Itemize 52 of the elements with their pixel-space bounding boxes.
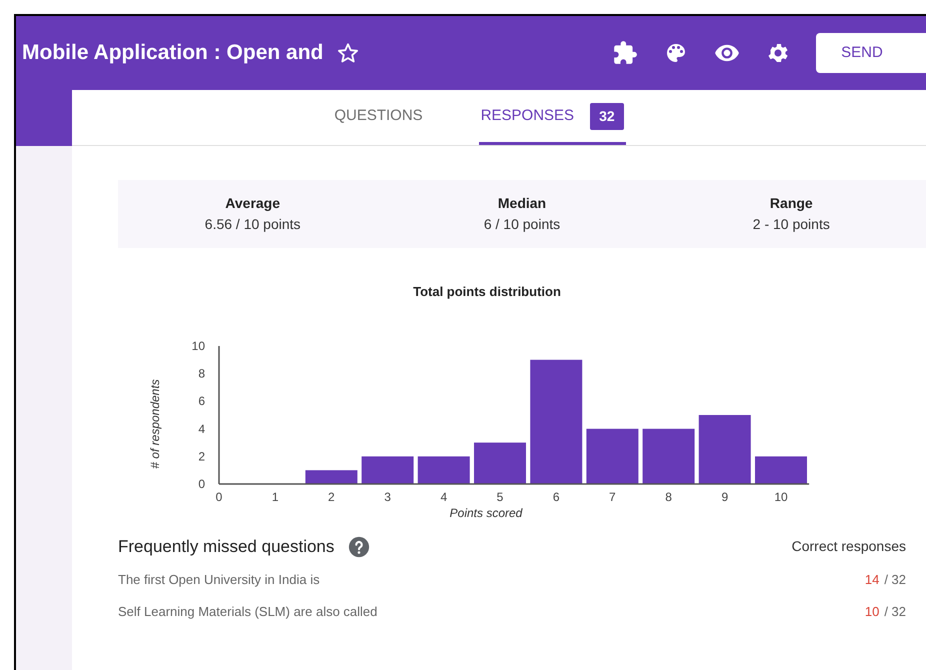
axis-tick-label: 10	[192, 338, 205, 352]
y-axis-title: # of respondents	[148, 378, 162, 468]
axis-tick-label: 4	[198, 421, 205, 436]
axis-tick-label: 8	[665, 490, 672, 504]
bar	[698, 414, 751, 484]
form-title: Mobile Application : Open and	[22, 40, 324, 66]
axis-tick-label: 0	[198, 476, 205, 490]
axis-tick-label: 4	[440, 490, 448, 504]
axis-tick-label: 7	[609, 490, 616, 504]
bar	[586, 428, 638, 484]
question-text: The first Open University in India is	[118, 570, 320, 589]
star-icon[interactable]	[337, 42, 360, 64]
axis-tick-label: 6	[552, 490, 560, 504]
axis-tick-label: 6	[198, 394, 205, 408]
chart-title: Total points distribution	[413, 284, 561, 299]
axis-tick-label: 10	[774, 490, 788, 504]
bar	[642, 428, 695, 484]
bar	[418, 456, 470, 484]
help-icon[interactable]	[348, 536, 370, 558]
stat-label: Range	[770, 194, 813, 213]
axis-tick-label: 2	[198, 448, 205, 463]
correct-count: 14	[864, 570, 880, 589]
column-header: Correct responses	[792, 537, 906, 556]
bar	[362, 456, 414, 484]
section-title: Frequently missed questions	[118, 536, 334, 558]
axis-tick-label: 3	[384, 490, 391, 504]
stat-value: 2 - 10 points	[752, 215, 830, 234]
response-count-badge: 32	[590, 102, 624, 130]
bar	[474, 442, 526, 484]
stat-label: Average	[225, 194, 280, 213]
x-axis-title: Points scored	[450, 506, 522, 520]
stat-value: 6.56 / 10 points	[204, 215, 301, 234]
settings-icon[interactable]	[766, 41, 790, 65]
total-count: / 32	[884, 570, 906, 589]
axis-tick-label: 9	[721, 490, 728, 504]
puzzle-icon[interactable]	[612, 40, 638, 66]
axis-tick-label: 2	[328, 490, 335, 504]
correct-count: 10	[864, 602, 880, 621]
bar	[755, 456, 807, 484]
stat-value: 6 / 10 points	[484, 215, 560, 234]
axis-tick-label: 0	[216, 490, 222, 504]
total-count: / 32	[884, 602, 906, 621]
axis-tick-label: 8	[198, 366, 205, 380]
axis-tick-label: 5	[496, 490, 504, 504]
tab[interactable]: RESPONSES 32	[478, 90, 626, 145]
stat-label: Median	[498, 194, 546, 213]
tab[interactable]: QUESTIONS	[332, 90, 425, 145]
axis-tick-label: 1	[272, 490, 279, 504]
bar	[305, 470, 358, 484]
send-button[interactable]: SEND	[816, 33, 926, 73]
palette-icon[interactable]	[664, 41, 688, 65]
question-text: Self Learning Materials (SLM) are also called	[118, 602, 378, 621]
